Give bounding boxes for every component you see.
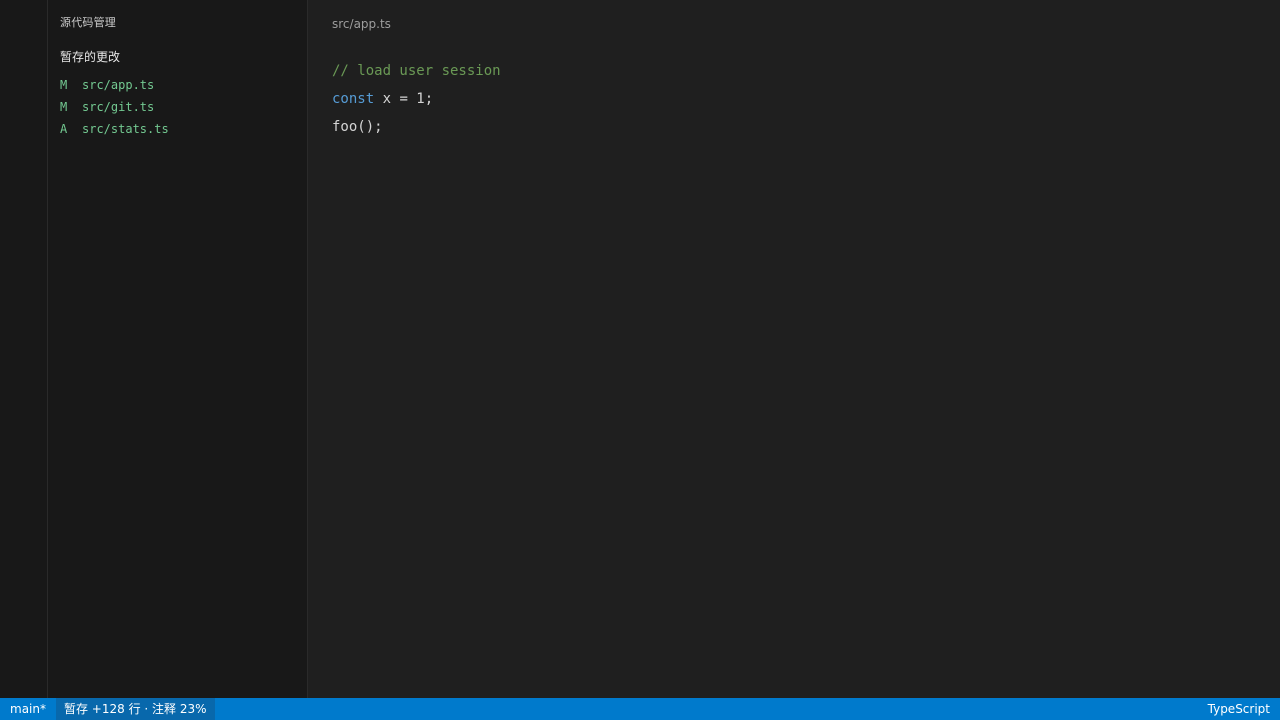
breadcrumb[interactable]: src/app.ts: [332, 17, 391, 31]
activity-bar: [0, 0, 48, 698]
panel-title: 源代码管理: [60, 16, 116, 29]
staged-changes-header[interactable]: 暂存的更改: [60, 48, 120, 65]
staged-stats-indicator[interactable]: 暂存 +128 行 · 注释 23%: [55, 698, 215, 720]
change-status-badge: A: [60, 122, 68, 136]
source-control-panel: 源代码管理 暂存的更改 M src/app.ts M src/git.ts A …: [48, 0, 308, 698]
code-line: foo();: [332, 116, 501, 144]
branch-indicator[interactable]: main*: [0, 698, 56, 720]
change-item-git[interactable]: M src/git.ts: [60, 96, 296, 118]
code-text: x = 1;: [374, 91, 434, 107]
code-line: // load user session: [332, 60, 501, 88]
change-file-path: src/git.ts: [82, 100, 155, 114]
code-editor[interactable]: src/app.ts // load user session const x …: [308, 0, 1280, 698]
code-comment: // load user session: [332, 63, 501, 79]
change-status-badge: M: [60, 78, 68, 92]
status-bar: main* 暂存 +128 行 · 注释 23% TypeScript: [0, 698, 1280, 720]
code-keyword: const: [332, 91, 375, 107]
change-item-stats[interactable]: A src/stats.ts: [60, 118, 296, 140]
change-file-path: src/stats.ts: [82, 122, 169, 136]
change-status-badge: M: [60, 100, 68, 114]
code-text: foo();: [332, 119, 383, 135]
editor-window: 源代码管理 暂存的更改 M src/app.ts M src/git.ts A …: [0, 0, 1280, 720]
code-line: const x = 1;: [332, 88, 501, 116]
staged-changes-list: M src/app.ts M src/git.ts A src/stats.ts: [60, 74, 296, 140]
change-file-path: src/app.ts: [82, 78, 155, 92]
language-mode-indicator[interactable]: TypeScript: [1198, 698, 1280, 720]
change-item-app[interactable]: M src/app.ts: [60, 74, 296, 96]
code-area[interactable]: // load user session const x = 1; foo();: [332, 60, 501, 144]
